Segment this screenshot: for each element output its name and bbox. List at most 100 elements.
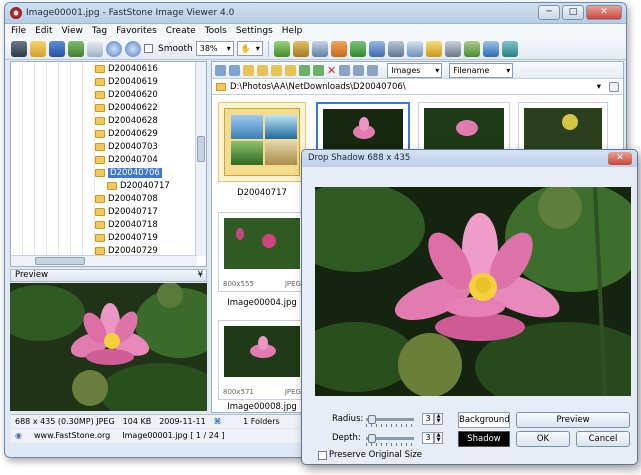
adjust-icon[interactable] (387, 40, 404, 57)
tree-item[interactable]: D20040719 (95, 231, 158, 244)
zoom-select[interactable]: 38% (195, 41, 234, 56)
copy-to-icon[interactable] (271, 64, 282, 76)
minimize-button[interactable]: ─ (538, 5, 560, 20)
rotate-left-icon[interactable] (330, 40, 347, 57)
address-bar[interactable]: D:\Photos\AA\NetDownloads\D20040706\ ▾ (212, 80, 623, 95)
dialog-title-bar[interactable]: Drop Shadow 688 x 435 (302, 150, 637, 167)
status-website[interactable]: www.FastStone.org (34, 429, 110, 443)
menu-bar: File Edit View Tag Favorites Create Tool… (5, 24, 626, 38)
menu-tools[interactable]: Tools (205, 26, 227, 36)
tree-item[interactable]: D20040629 (95, 127, 158, 140)
folder-icon (95, 246, 105, 255)
radius-spinner[interactable]: ▲ ▼ (434, 413, 443, 425)
maximize-button[interactable]: □ (562, 5, 584, 20)
resize-icon[interactable] (311, 40, 328, 57)
menu-view[interactable]: View (62, 26, 83, 36)
move-to-icon[interactable] (285, 64, 296, 76)
slideshow-icon[interactable] (406, 40, 423, 57)
email-icon[interactable] (463, 40, 480, 57)
address-dropdown-icon[interactable]: ▾ (597, 80, 601, 94)
tree-item[interactable]: D20040622 (95, 101, 158, 114)
tree-item[interactable]: D20040628 (95, 114, 158, 127)
cancel-button[interactable]: Cancel (576, 431, 630, 447)
delete-icon[interactable]: ✕ (327, 65, 336, 76)
thumbnail-folder[interactable] (218, 102, 306, 182)
forward-icon[interactable] (229, 64, 240, 76)
slider-thumb[interactable] (368, 414, 376, 424)
shadow-color-button[interactable]: Shadow (458, 431, 510, 447)
back-icon[interactable] (215, 64, 226, 76)
sort-select[interactable]: Filename (449, 62, 514, 78)
camera-icon[interactable] (11, 40, 27, 57)
new-folder-icon[interactable] (257, 64, 268, 76)
up-folder-icon[interactable] (243, 64, 254, 76)
slider-thumb[interactable] (368, 433, 376, 443)
title-bar[interactable]: Image00001.jpg - FastStone Image Viewer … (5, 3, 626, 24)
filter-select[interactable]: Images (387, 62, 443, 78)
thumbnail[interactable]: 800x571 JPEG (218, 320, 306, 400)
tree-horizontal-scrollbar[interactable] (11, 255, 197, 266)
zoom-value: 38% (199, 44, 218, 53)
depth-slider[interactable] (366, 433, 414, 446)
scroll-thumb[interactable] (197, 136, 205, 162)
radius-input[interactable]: 3 (422, 413, 434, 425)
tree-item[interactable]: D20040717 (95, 205, 158, 218)
kb-icon[interactable] (87, 40, 103, 57)
menu-edit[interactable]: Edit (35, 26, 52, 36)
tree-item-selected[interactable]: D20040706 (95, 166, 163, 179)
tree-item[interactable]: D20040717 (107, 179, 170, 192)
preview-header[interactable]: Preview ¥ (10, 269, 207, 282)
effects-icon[interactable] (273, 40, 290, 57)
tree-item[interactable]: D20040704 (95, 153, 158, 166)
collapse-icon[interactable]: ¥ (198, 270, 203, 281)
close-button[interactable]: ✕ (586, 5, 622, 20)
menu-file[interactable]: File (11, 26, 26, 36)
folder-tree[interactable]: D20040616 D20040619 D20040620 D20040622 … (10, 61, 207, 267)
save-as-icon[interactable] (68, 40, 84, 57)
hand-tool-select[interactable]: ✋ (236, 41, 263, 56)
menu-help[interactable]: Help (282, 26, 303, 36)
refresh-icon[interactable] (313, 64, 324, 76)
crop-icon[interactable] (292, 40, 309, 57)
preserve-size-checkbox[interactable] (318, 450, 327, 460)
save-icon[interactable] (49, 40, 65, 57)
scroll-thumb[interactable] (35, 257, 85, 265)
thumbnail[interactable]: 800x555 JPEG (218, 212, 306, 292)
settings-icon[interactable] (482, 40, 499, 57)
depth-spinner[interactable]: ▲ ▼ (434, 432, 443, 444)
dialog-close-button[interactable]: ✕ (608, 152, 632, 165)
ok-button[interactable]: OK (516, 431, 570, 447)
details-view-icon[interactable] (339, 64, 351, 76)
tree-item[interactable]: D20040718 (95, 218, 158, 231)
zoom-out-icon[interactable] (125, 40, 141, 57)
tree-item[interactable]: D20040708 (95, 192, 158, 205)
menu-favorites[interactable]: Favorites (116, 26, 157, 36)
slider-ticks (366, 442, 414, 446)
list-view-icon[interactable] (353, 64, 365, 76)
menu-settings[interactable]: Settings (236, 26, 273, 36)
tree-item[interactable]: D20040703 (95, 140, 158, 153)
rotate-icon[interactable] (299, 64, 310, 76)
status-fullscreen-icon[interactable]: ⌘ (214, 415, 221, 428)
tree-vertical-scrollbar[interactable] (195, 62, 206, 256)
tree-item[interactable]: D20040619 (95, 75, 158, 88)
zoom-in-icon[interactable] (106, 40, 122, 57)
dialog-preview-image (315, 187, 631, 396)
flip-icon[interactable] (368, 40, 385, 57)
preview-button[interactable]: Preview (516, 412, 630, 428)
rotate-right-icon[interactable] (349, 40, 366, 57)
depth-input[interactable]: 3 (422, 432, 434, 444)
background-color-button[interactable]: Background (458, 412, 510, 428)
open-folder-icon[interactable] (30, 40, 46, 57)
tree-item[interactable]: D20040620 (95, 88, 158, 101)
tree-item[interactable]: D20040616 (95, 62, 158, 75)
compare-icon[interactable] (425, 40, 442, 57)
recycle-icon[interactable] (609, 82, 619, 92)
menu-create[interactable]: Create (166, 26, 196, 36)
print-icon[interactable] (444, 40, 461, 57)
menu-tag[interactable]: Tag (92, 26, 107, 36)
fullscreen-icon[interactable] (501, 40, 518, 57)
thumbnail-view-icon[interactable] (367, 64, 379, 76)
radius-slider[interactable] (366, 414, 414, 427)
smooth-checkbox[interactable] (144, 44, 153, 53)
